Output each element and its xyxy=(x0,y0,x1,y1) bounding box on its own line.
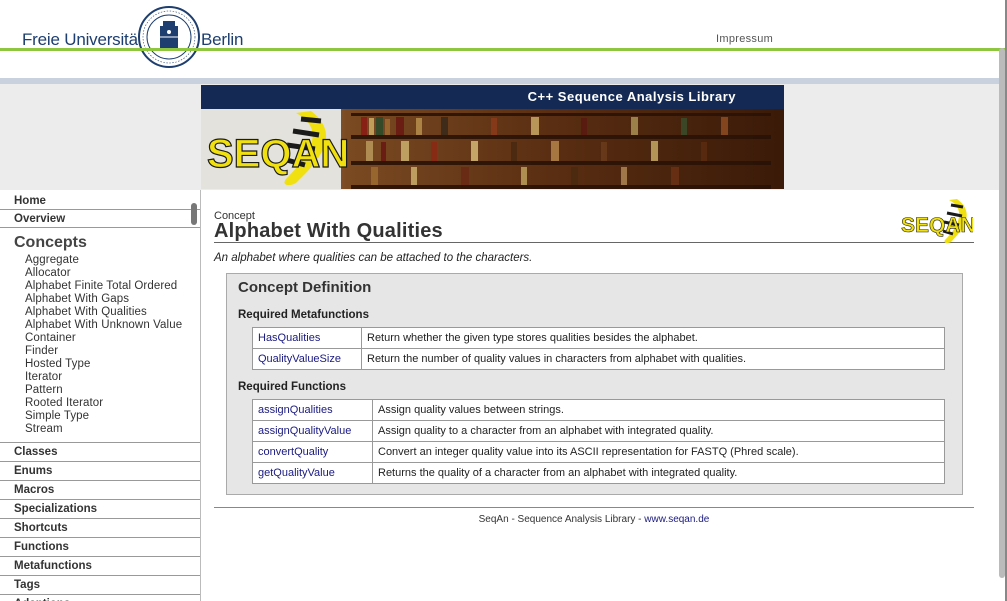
sidebar-section-adaptions[interactable]: Adaptions xyxy=(0,594,200,601)
sidebar-section-macros[interactable]: Macros xyxy=(0,480,200,499)
functions-table: assignQualities Assign quality values bet… xyxy=(252,399,945,484)
footer-divider xyxy=(214,507,974,508)
required-metafunctions-label: Required Metafunctions xyxy=(238,309,369,321)
seqan-logo-text: SEQAN xyxy=(207,132,349,176)
sidebar-item-home[interactable]: Home xyxy=(0,192,200,210)
sidebar-section-metafunctions[interactable]: Metafunctions xyxy=(0,556,200,575)
table-row: QualityValueSize Return the number of qua… xyxy=(252,348,945,370)
banner-bar: C++ Sequence Analysis Library xyxy=(201,85,784,109)
concept-definition-title: Concept Definition xyxy=(238,279,372,296)
sidebar-concept-item[interactable]: Finder xyxy=(0,345,200,358)
page-title: Alphabet With Qualities xyxy=(214,220,443,242)
concept-description: An alphabet where qualities can be attac… xyxy=(214,252,533,264)
sidebar-concept-item[interactable]: Stream xyxy=(0,423,200,436)
function-link[interactable]: assignQualityValue xyxy=(252,420,373,442)
seqan-small-logo-text: SEQAN xyxy=(901,214,973,237)
function-description: Assign quality to a character from an al… xyxy=(372,420,945,442)
bookshelf-banner-image: SEQAN xyxy=(201,109,784,189)
sidebar-concept-item[interactable]: Rooted Iterator xyxy=(0,397,200,410)
function-description: Returns the quality of a character from … xyxy=(372,462,945,484)
seqan-small-logo-icon[interactable]: SEQAN xyxy=(899,198,973,244)
sidebar-concept-item[interactable]: Iterator xyxy=(0,371,200,384)
footer-text: SeqAn - Sequence Analysis Library - xyxy=(478,514,645,525)
table-row: getQualityValue Returns the quality of a … xyxy=(252,462,945,484)
function-link[interactable]: HasQualities xyxy=(252,327,362,349)
table-row: HasQualities Return whether the given typ… xyxy=(252,327,945,349)
footer-link[interactable]: www.seqan.de xyxy=(644,514,709,525)
sidebar-section-functions[interactable]: Functions xyxy=(0,537,200,556)
main-content: Concept Alphabet With Qualities SEQAN An… xyxy=(201,190,1007,601)
title-divider xyxy=(214,242,974,243)
required-functions-label: Required Functions xyxy=(238,381,346,393)
table-row: assignQualities Assign quality values bet… xyxy=(252,399,945,421)
function-description: Return whether the given type stores qua… xyxy=(361,327,945,349)
fu-header: Freie Universität Berlin Impressum xyxy=(0,0,1007,78)
sidebar-concepts-heading[interactable]: Concepts xyxy=(0,232,200,254)
sidebar-concept-item[interactable]: Simple Type xyxy=(0,410,200,423)
fu-name-right[interactable]: Berlin xyxy=(201,30,243,50)
sidebar-concept-item[interactable]: Pattern xyxy=(0,384,200,397)
banner-title: C++ Sequence Analysis Library xyxy=(527,89,736,104)
page: Freie Universität Berlin Impressum C++ S… xyxy=(0,0,1007,601)
sidebar-concept-item[interactable]: Allocator xyxy=(0,267,200,280)
function-link[interactable]: assignQualities xyxy=(252,399,373,421)
sidebar-concept-item[interactable]: Alphabet Finite Total Ordered xyxy=(0,280,200,293)
fu-seal-icon[interactable] xyxy=(138,6,200,68)
function-description: Return the number of quality values in c… xyxy=(361,348,945,370)
function-link[interactable]: convertQuality xyxy=(252,441,373,463)
table-row: assignQualityValue Assign quality to a ch… xyxy=(252,420,945,442)
sidebar-concept-item[interactable]: Alphabet With Gaps xyxy=(0,293,200,306)
sidebar-concept-item[interactable]: Alphabet With Unknown Value xyxy=(0,319,200,332)
sidebar-section-classes[interactable]: Classes xyxy=(0,442,200,461)
metafunctions-table: HasQualities Return whether the given typ… xyxy=(252,327,945,370)
seqan-banner: C++ Sequence Analysis Library SEQAN xyxy=(201,85,784,189)
sidebar-sections: Classes Enums Macros Specializations Shortcu… xyxy=(0,442,200,601)
function-link[interactable]: QualityValueSize xyxy=(252,348,362,370)
table-row: convertQuality Convert an integer quality… xyxy=(252,441,945,463)
sidebar-concept-item[interactable]: Hosted Type xyxy=(0,358,200,371)
function-description: Assign quality values between strings. xyxy=(372,399,945,421)
function-description: Convert an integer quality value into it… xyxy=(372,441,945,463)
function-link[interactable]: getQualityValue xyxy=(252,462,373,484)
concept-definition-box: Concept Definition Required Metafunction… xyxy=(226,273,963,495)
impressum-link[interactable]: Impressum xyxy=(716,33,773,45)
sidebar: Home Overview Concepts Aggregate Allocato… xyxy=(0,190,201,601)
sidebar-concepts-list: Aggregate Allocator Alphabet Finite Total … xyxy=(0,254,200,436)
sidebar-concept-item[interactable]: Container xyxy=(0,332,200,345)
sidebar-scrollbar[interactable] xyxy=(191,203,197,225)
sidebar-section-tags[interactable]: Tags xyxy=(0,575,200,594)
header-green-line xyxy=(0,48,1007,51)
sidebar-item-overview[interactable]: Overview xyxy=(0,210,200,228)
fu-name-left[interactable]: Freie Universität xyxy=(22,30,143,50)
sidebar-section-enums[interactable]: Enums xyxy=(0,461,200,480)
sidebar-concept-item[interactable]: Aggregate xyxy=(0,254,200,267)
sidebar-concept-item[interactable]: Alphabet With Qualities xyxy=(0,306,200,319)
sidebar-section-shortcuts[interactable]: Shortcuts xyxy=(0,518,200,537)
sidebar-section-specializations[interactable]: Specializations xyxy=(0,499,200,518)
footer: SeqAn - Sequence Analysis Library - www.… xyxy=(201,514,987,525)
